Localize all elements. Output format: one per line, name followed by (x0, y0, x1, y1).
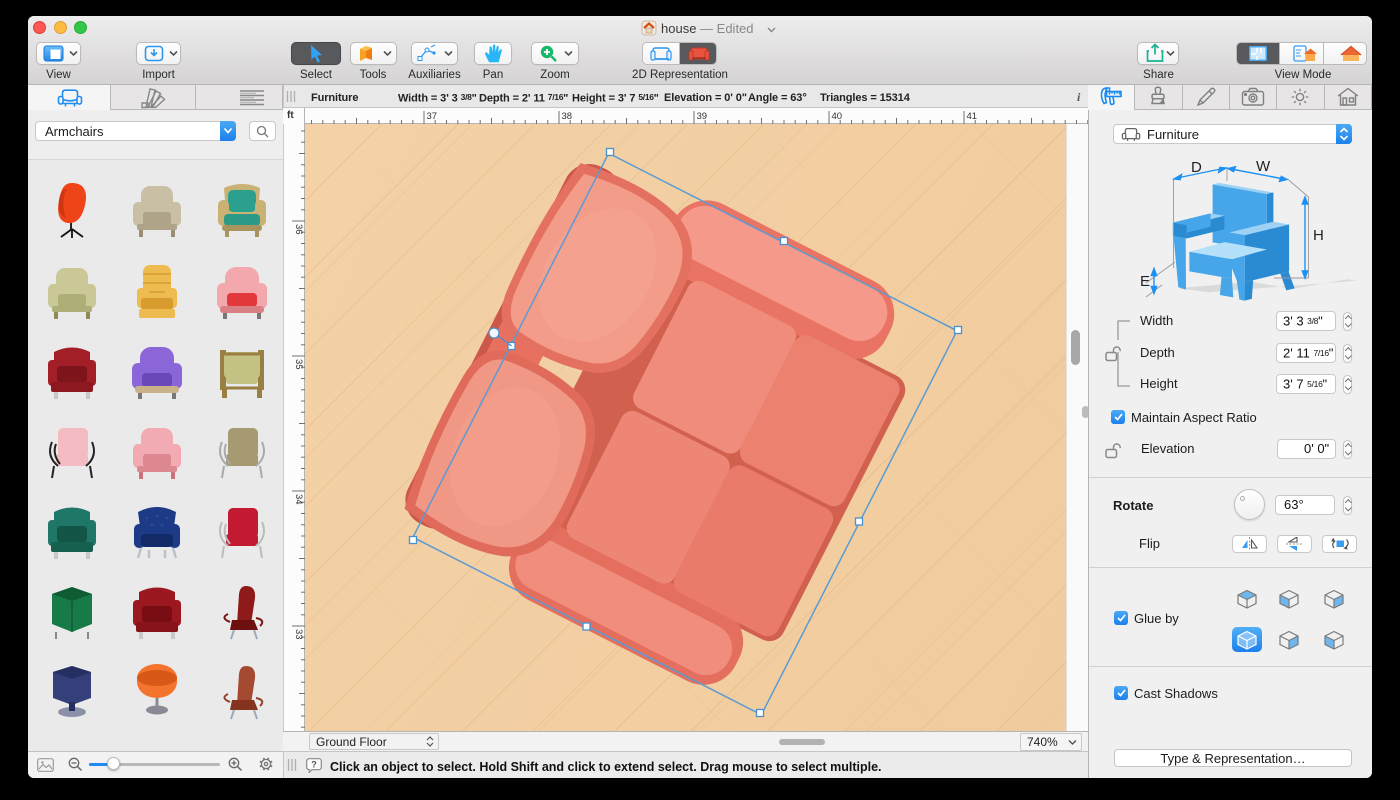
svg-text:36: 36 (293, 224, 304, 235)
svg-text:40: 40 (832, 111, 843, 122)
svg-text:39: 39 (697, 111, 708, 122)
svg-text:41: 41 (967, 111, 978, 122)
svg-text:D: D (1191, 159, 1202, 176)
svg-text:34: 34 (293, 494, 304, 505)
svg-text:?: ? (311, 760, 317, 770)
svg-text:W: W (1256, 158, 1271, 175)
svg-text:37: 37 (427, 111, 438, 122)
svg-text:33: 33 (293, 629, 304, 640)
svg-text:H: H (1313, 227, 1324, 244)
svg-text:35: 35 (293, 359, 304, 370)
svg-text:E: E (1140, 273, 1150, 290)
svg-text:38: 38 (562, 111, 573, 122)
